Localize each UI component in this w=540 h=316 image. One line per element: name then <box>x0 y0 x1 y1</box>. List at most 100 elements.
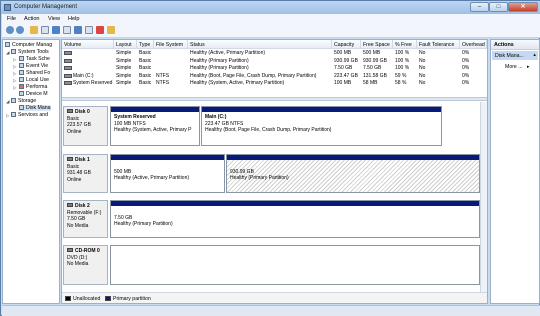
tree-item-services-and-applications[interactable]: Services and <box>11 112 48 118</box>
column-header-capacity[interactable]: Capacity <box>332 40 361 49</box>
cell-free: 131.58 GB <box>363 72 387 79</box>
cell-pct: 100 % <box>395 57 410 64</box>
computer-management-window: Computer Management – □ ✕ File Action Vi… <box>0 0 540 316</box>
menu-help[interactable]: Help <box>68 16 80 22</box>
hard-disk-icon <box>67 157 73 161</box>
expand-arrow-icon[interactable]: ▷ <box>13 85 16 91</box>
storage-icon <box>11 98 16 103</box>
services-icon <box>11 112 16 117</box>
collapse-arrow-icon[interactable]: ◢ <box>6 99 9 105</box>
collapse-arrow-icon[interactable]: ◢ <box>6 50 9 56</box>
column-header-status[interactable]: Status <box>188 40 332 49</box>
tools-icon <box>11 49 16 54</box>
column-header-overhead[interactable]: Overhead <box>460 40 487 49</box>
column-header-type[interactable]: Type <box>137 40 154 49</box>
disk-info-3[interactable]: CD-ROM 0 DVD (D:) No Media <box>63 245 108 285</box>
tree-item-task-scheduler[interactable]: Task Sche <box>19 56 50 62</box>
column-header-fault-tolerance[interactable]: Fault Tolerance <box>417 40 460 49</box>
pane-splitter[interactable] <box>62 97 487 101</box>
disk-info-1[interactable]: Disk 1 Basic 931.48 GB Online <box>63 154 108 193</box>
partition-block[interactable]: System Reserved 100 MB NTFS Healthy (Syste… <box>110 106 200 146</box>
table-row[interactable]: System Reserved Simple Basic NTFS Healthy (S… <box>62 80 487 88</box>
help-icon[interactable] <box>52 26 60 34</box>
cell-layout: Simple <box>116 72 132 79</box>
cell-volume: Main (C:) <box>62 73 114 79</box>
performance-icon <box>19 84 24 89</box>
tree-item-event-viewer[interactable]: Event Vie <box>19 63 48 69</box>
menu-action[interactable]: Action <box>24 16 40 22</box>
back-arrow-icon[interactable] <box>6 26 14 34</box>
cell-capacity: 500 MB <box>334 50 352 56</box>
maximize-button[interactable]: □ <box>489 2 508 12</box>
cell-type: Basic <box>139 80 152 86</box>
help-topic-icon[interactable] <box>74 26 82 34</box>
cell-capacity: 100 MB <box>334 80 352 86</box>
table-row[interactable]: Simple Basic Healthy (Primary Partition) 7.… <box>62 65 487 73</box>
primary-partition-bar <box>111 155 224 160</box>
vertical-scrollbar[interactable] <box>480 102 487 292</box>
close-button[interactable]: ✕ <box>508 2 538 12</box>
cell-capacity: 930.99 GB <box>334 57 358 64</box>
expand-arrow-icon[interactable]: ▷ <box>13 71 16 77</box>
tree-item-system-tools[interactable]: System Tools <box>11 49 49 55</box>
tree-item-local-users[interactable]: Local Use <box>19 77 49 83</box>
up-folder-icon[interactable] <box>30 26 38 34</box>
window-title: Computer Management <box>14 4 78 10</box>
view-icon[interactable] <box>85 26 93 34</box>
disk-state: Online <box>67 176 82 183</box>
cell-layout: Simple <box>116 57 132 64</box>
collapse-arrow-icon[interactable]: ▴ <box>533 52 536 58</box>
tree-item-storage[interactable]: Storage <box>11 98 36 104</box>
title-bar[interactable]: Computer Management – □ ✕ <box>1 1 540 14</box>
expand-arrow-icon[interactable]: ▷ <box>13 78 16 84</box>
menu-view[interactable]: View <box>48 16 60 22</box>
disk-state: Online <box>67 128 82 135</box>
tree-item-performance[interactable]: Performa <box>19 84 47 90</box>
cell-layout: Simple <box>116 50 132 56</box>
partition-block[interactable]: 930.99 GB Healthy (Primary Partition) <box>226 154 480 193</box>
primary-partition-swatch <box>105 296 111 301</box>
submenu-arrow-icon: ▸ <box>527 64 530 70</box>
column-header-free-space[interactable]: Free Space <box>361 40 393 49</box>
actions-header: Actions <box>491 40 539 50</box>
show-hide-tree-icon[interactable] <box>41 26 49 34</box>
disk-name: Disk 1 <box>75 157 90 163</box>
minimize-button[interactable]: – <box>470 2 489 12</box>
delete-icon[interactable] <box>96 26 104 34</box>
partition-block[interactable]: 7.50 GB Healthy (Primary Partition) <box>110 200 480 238</box>
disk-info-2[interactable]: Disk 2 Removable (F:) 7.50 GB No Media <box>63 200 108 238</box>
tree-item-device-manager[interactable]: Device M <box>19 91 48 97</box>
properties-icon[interactable] <box>63 26 71 34</box>
open-icon[interactable] <box>107 26 115 34</box>
column-header-file-system[interactable]: File System <box>154 40 188 49</box>
expand-arrow-icon[interactable]: ▷ <box>6 113 9 119</box>
table-row[interactable]: Simple Basic Healthy (Primary Partition) 93… <box>62 58 487 66</box>
expand-arrow-icon[interactable]: ▷ <box>13 57 16 63</box>
cell-fault: No <box>419 50 426 56</box>
menu-file[interactable]: File <box>7 16 16 22</box>
cell-type: Basic <box>139 57 152 64</box>
cell-volume <box>62 50 114 56</box>
cell-status: Healthy (System, Active, Primary Partiti… <box>190 80 285 86</box>
forward-arrow-icon[interactable] <box>16 26 24 34</box>
actions-disk-management[interactable]: Disk Mana... ▴ <box>492 51 538 60</box>
disk-state: No Media <box>67 222 89 229</box>
column-header-percent-free[interactable]: % Free <box>393 40 417 49</box>
tree-item-disk-management[interactable]: Disk Mana <box>19 105 51 111</box>
tree-item-shared-folders[interactable]: Shared Fo <box>19 70 50 76</box>
cell-pct: 59 % <box>395 72 407 79</box>
expand-arrow-icon[interactable]: ▷ <box>13 64 16 70</box>
tree-item-computer-management[interactable]: Computer Manag <box>5 42 52 48</box>
actions-more[interactable]: More ... ▸ <box>505 64 530 70</box>
cell-status: Healthy (Primary Partition) <box>190 57 249 64</box>
disk-info-0[interactable]: Disk 0 Basic 223.57 GB Online <box>63 106 108 146</box>
partition-block[interactable]: Main (C:) 223.47 GB NTFS Healthy (Boot, Pa… <box>201 106 442 146</box>
partition-block[interactable]: 500 MB Healthy (Active, Primary Partition… <box>110 154 225 193</box>
primary-partition-bar <box>111 201 479 206</box>
empty-media-area[interactable] <box>110 245 480 285</box>
column-header-volume[interactable]: Volume <box>62 40 114 49</box>
table-row[interactable]: Main (C:) Simple Basic NTFS Healthy (Boot, P… <box>62 73 487 81</box>
cell-volume <box>62 65 114 71</box>
column-header-layout[interactable]: Layout <box>114 40 137 49</box>
table-row[interactable]: Simple Basic Healthy (Active, Primary Part… <box>62 50 487 58</box>
